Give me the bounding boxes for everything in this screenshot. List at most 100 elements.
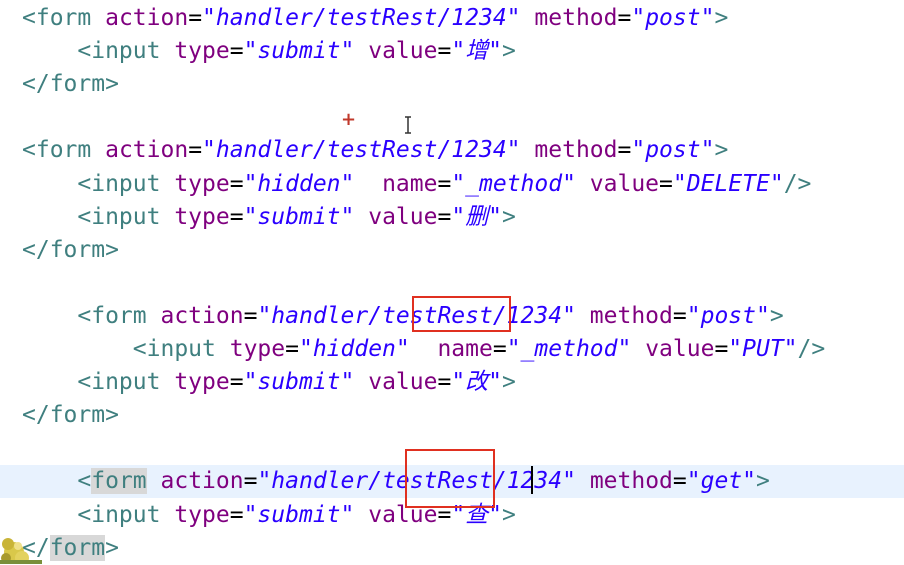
code-line[interactable]: <form action = "handler/testRest/1234" met… (0, 2, 904, 35)
code-line[interactable]: <input type="submit" value="增"> (0, 35, 904, 68)
code-token: < (77, 468, 92, 495)
text-caret (531, 466, 533, 494)
text-cursor-icon (405, 116, 411, 134)
code-token: = (229, 501, 244, 528)
code-token: </form> (22, 71, 119, 98)
code-token: = (714, 336, 729, 362)
code-token: "_method" (506, 336, 632, 362)
code-token: "hidden" (243, 170, 355, 197)
code-token: type (174, 170, 230, 197)
code-token: <form (22, 137, 106, 164)
code-token: = (229, 369, 244, 396)
code-token: "submit" (243, 501, 355, 528)
code-token: > (502, 38, 516, 65)
code-token: > (502, 203, 516, 230)
code-token: <input (77, 501, 175, 528)
code-token: = (243, 468, 258, 495)
code-token: action (160, 468, 244, 495)
code-token: > (502, 501, 516, 528)
code-token: = (437, 501, 452, 528)
code-token: <input (77, 203, 175, 230)
code-line[interactable] (0, 432, 904, 465)
code-token: </form> (22, 236, 119, 263)
code-line[interactable]: </form> (0, 68, 904, 101)
code-line[interactable]: </form> (0, 399, 904, 432)
code-token: > (769, 302, 784, 329)
code-token: "改" (451, 369, 503, 396)
code-token: = (617, 5, 632, 31)
code-line[interactable]: <input type="hidden" name="_method" valu… (0, 168, 904, 201)
code-line[interactable]: <input type="submit" value="改"> (0, 366, 904, 399)
code-line[interactable]: <input type="submit" value="删"> (0, 201, 904, 234)
code-token: method (534, 137, 618, 164)
code-token: method (589, 468, 673, 495)
code-token: value (645, 336, 715, 362)
code-token: type (229, 336, 286, 362)
red-plus-marker: + (341, 109, 357, 130)
code-token: <input (132, 336, 230, 362)
code-token: /> (797, 336, 826, 362)
code-token: "增" (451, 38, 503, 65)
code-token: <form (77, 302, 161, 329)
code-token: "post" (631, 5, 715, 31)
code-token: = (229, 203, 244, 230)
code-token: "查" (451, 501, 503, 528)
code-line[interactable]: <form action="handler/testRest/1234" met… (0, 300, 904, 333)
code-token: = (672, 468, 687, 495)
code-token: <input (77, 38, 175, 65)
code-token: = (492, 336, 507, 362)
code-token: action (105, 5, 189, 31)
code-token: name (382, 170, 438, 197)
code-token: value (368, 501, 438, 528)
code-token: <input (77, 369, 175, 396)
code-token: value (368, 369, 438, 396)
code-token: type (174, 38, 230, 65)
code-token: name (437, 336, 493, 362)
code-token: = (437, 369, 452, 396)
code-token: /> (783, 170, 812, 197)
code-line[interactable]: <form action="handler/testRest/1234" met… (0, 465, 904, 499)
code-token: form (91, 468, 147, 495)
code-line[interactable] (0, 267, 904, 300)
code-token: = (437, 38, 452, 65)
code-token: "DELETE" (672, 170, 784, 197)
code-line[interactable]: <form action = "handler/testRest/1234" met… (0, 134, 904, 167)
code-token: = (659, 170, 673, 197)
code-line[interactable]: <input type="submit" value="查"> (0, 499, 904, 532)
code-token: value (368, 38, 438, 65)
code-token: = (285, 336, 299, 362)
code-token: action (105, 137, 189, 164)
code-editor[interactable]: <form action="handler/testRest/1234" met… (0, 0, 904, 564)
code-token: method (589, 302, 673, 329)
code-token: = (243, 302, 258, 329)
code-token: = (437, 170, 452, 197)
code-line[interactable]: <input type="hidden" name="_method" valu… (0, 333, 904, 366)
code-token: "handler/testRest/1234" (202, 137, 521, 164)
code-token: method (534, 5, 618, 31)
code-token: "post" (686, 302, 770, 329)
code-token: <form (22, 5, 106, 31)
code-token: > (714, 137, 729, 164)
code-line[interactable]: </form> (0, 234, 904, 267)
code-token: value (589, 170, 660, 197)
code-token: "删" (451, 203, 503, 230)
code-token: "_method" (451, 170, 576, 197)
code-line[interactable]: </form> (0, 532, 904, 565)
code-token: "handler/testRest/1234" (202, 5, 521, 31)
code-token: "post" (631, 137, 715, 164)
code-token: = (617, 137, 632, 164)
code-line[interactable] (0, 101, 904, 134)
